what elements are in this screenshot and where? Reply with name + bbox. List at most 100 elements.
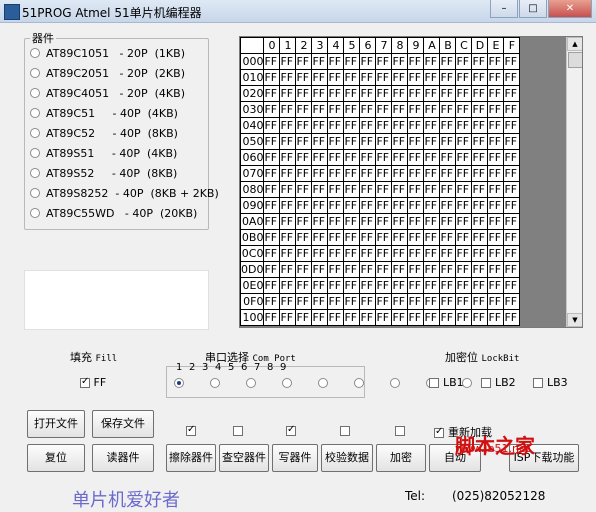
hex-cell[interactable]: FF [487, 277, 505, 294]
hex-cell[interactable]: FF [407, 101, 425, 118]
hex-cell[interactable]: FF [327, 309, 345, 326]
hex-cell[interactable]: FF [391, 261, 409, 278]
hex-cell[interactable]: FF [327, 101, 345, 118]
device-radio[interactable] [30, 108, 40, 118]
hex-buffer-grid[interactable]: 0 1 2 3 4 5 6 7 8 9 A B C D E F 000 FF FF FF FF FF FF FF FF FF FF F… [239, 36, 583, 328]
hex-cell[interactable]: FF [311, 53, 329, 70]
hex-cell[interactable]: FF [391, 117, 409, 134]
hex-cell[interactable]: FF [327, 245, 345, 262]
hex-cell[interactable]: FF [487, 165, 505, 182]
hex-cell[interactable]: FF [263, 197, 281, 214]
operation-checkbox[interactable] [395, 426, 405, 436]
hex-cell[interactable]: FF [295, 245, 313, 262]
hex-cell[interactable]: FF [343, 85, 361, 102]
hex-cell[interactable]: FF [375, 117, 393, 134]
hex-cell[interactable]: FF [359, 261, 377, 278]
hex-cell[interactable]: FF [455, 165, 473, 182]
hex-cell[interactable]: FF [327, 277, 345, 294]
hex-cell[interactable]: FF [423, 181, 441, 198]
fill-checkbox[interactable] [80, 376, 90, 388]
port-radio[interactable] [318, 378, 328, 388]
hex-cell[interactable]: FF [487, 149, 505, 166]
hex-cell[interactable]: FF [391, 133, 409, 150]
operation-checkbox[interactable] [434, 426, 444, 438]
hex-cell[interactable]: FF [359, 229, 377, 246]
hex-cell[interactable]: FF [343, 261, 361, 278]
close-button[interactable]: ✕ [548, 0, 592, 18]
hex-cell[interactable]: FF [423, 277, 441, 294]
operation-option[interactable] [340, 424, 350, 437]
hex-cell[interactable]: FF [359, 245, 377, 262]
hex-cell[interactable]: FF [503, 85, 521, 102]
hex-cell[interactable]: FF [263, 101, 281, 118]
hex-cell[interactable]: FF [327, 53, 345, 70]
hex-cell[interactable]: FF [343, 69, 361, 86]
hex-cell[interactable]: FF [439, 117, 457, 134]
hex-cell[interactable]: FF [471, 229, 489, 246]
hex-cell[interactable]: FF [343, 309, 361, 326]
hex-cell[interactable]: FF [391, 181, 409, 198]
hex-cell[interactable]: FF [455, 277, 473, 294]
read-device-button[interactable]: 读器件 [92, 444, 154, 472]
hex-cell[interactable]: FF [263, 85, 281, 102]
hex-cell[interactable]: FF [503, 197, 521, 214]
hex-cell[interactable]: FF [439, 85, 457, 102]
hex-cell[interactable]: FF [503, 53, 521, 70]
hex-cell[interactable]: FF [311, 181, 329, 198]
hex-cell[interactable]: FF [327, 149, 345, 166]
hex-cell[interactable]: FF [279, 293, 297, 310]
hex-cell[interactable]: FF [279, 229, 297, 246]
hex-cell[interactable]: FF [439, 309, 457, 326]
reset-button[interactable]: 复位 [27, 444, 85, 472]
lockbit-checkbox[interactable] [481, 378, 491, 388]
hex-cell[interactable]: FF [263, 181, 281, 198]
hex-cell[interactable]: FF [439, 101, 457, 118]
hex-cell[interactable]: FF [375, 293, 393, 310]
hex-cell[interactable]: FF [343, 213, 361, 230]
operation-checkbox[interactable] [186, 424, 196, 436]
hex-cell[interactable]: FF [375, 309, 393, 326]
hex-cell[interactable]: FF [375, 213, 393, 230]
hex-cell[interactable]: FF [359, 309, 377, 326]
operation-checkbox[interactable] [233, 426, 243, 436]
vertical-scrollbar[interactable]: ▲ ▼ [566, 37, 582, 327]
hex-cell[interactable]: FF [295, 261, 313, 278]
hex-cell[interactable]: FF [423, 85, 441, 102]
hex-cell[interactable]: FF [407, 197, 425, 214]
hex-cell[interactable]: FF [327, 213, 345, 230]
hex-cell[interactable]: FF [503, 69, 521, 86]
hex-cell[interactable]: FF [407, 293, 425, 310]
hex-cell[interactable]: FF [343, 133, 361, 150]
hex-cell[interactable]: FF [295, 53, 313, 70]
hex-cell[interactable]: FF [263, 69, 281, 86]
scroll-down-arrow-icon[interactable]: ▼ [567, 313, 582, 327]
hex-cell[interactable]: FF [279, 85, 297, 102]
hex-cell[interactable]: FF [375, 53, 393, 70]
hex-cell[interactable]: FF [407, 181, 425, 198]
hex-cell[interactable]: FF [375, 69, 393, 86]
hex-cell[interactable]: FF [295, 181, 313, 198]
hex-cell[interactable]: FF [471, 101, 489, 118]
hex-cell[interactable]: FF [407, 149, 425, 166]
device-option[interactable]: AT89C51 - 40P (4KB) [30, 104, 178, 122]
hex-cell[interactable]: FF [375, 277, 393, 294]
hex-cell[interactable]: FF [263, 213, 281, 230]
hex-cell[interactable]: FF [423, 69, 441, 86]
hex-cell[interactable]: FF [343, 229, 361, 246]
hex-cell[interactable]: FF [391, 53, 409, 70]
hex-cell[interactable]: FF [503, 101, 521, 118]
hex-cell[interactable]: FF [503, 261, 521, 278]
hex-cell[interactable]: FF [327, 165, 345, 182]
hex-cell[interactable]: FF [487, 293, 505, 310]
scroll-thumb[interactable] [568, 52, 582, 68]
hex-cell[interactable]: FF [295, 309, 313, 326]
lockbit-option[interactable]: LB3 [533, 376, 568, 389]
erase-device-button[interactable]: 擦除器件 [166, 444, 216, 472]
hex-cell[interactable]: FF [407, 309, 425, 326]
hex-cell[interactable]: FF [471, 261, 489, 278]
hex-cell[interactable]: FF [295, 117, 313, 134]
hex-cell[interactable]: FF [263, 245, 281, 262]
lockbit-option[interactable]: LB1 [429, 376, 464, 389]
hex-cell[interactable]: FF [455, 117, 473, 134]
hex-cell[interactable]: FF [391, 293, 409, 310]
